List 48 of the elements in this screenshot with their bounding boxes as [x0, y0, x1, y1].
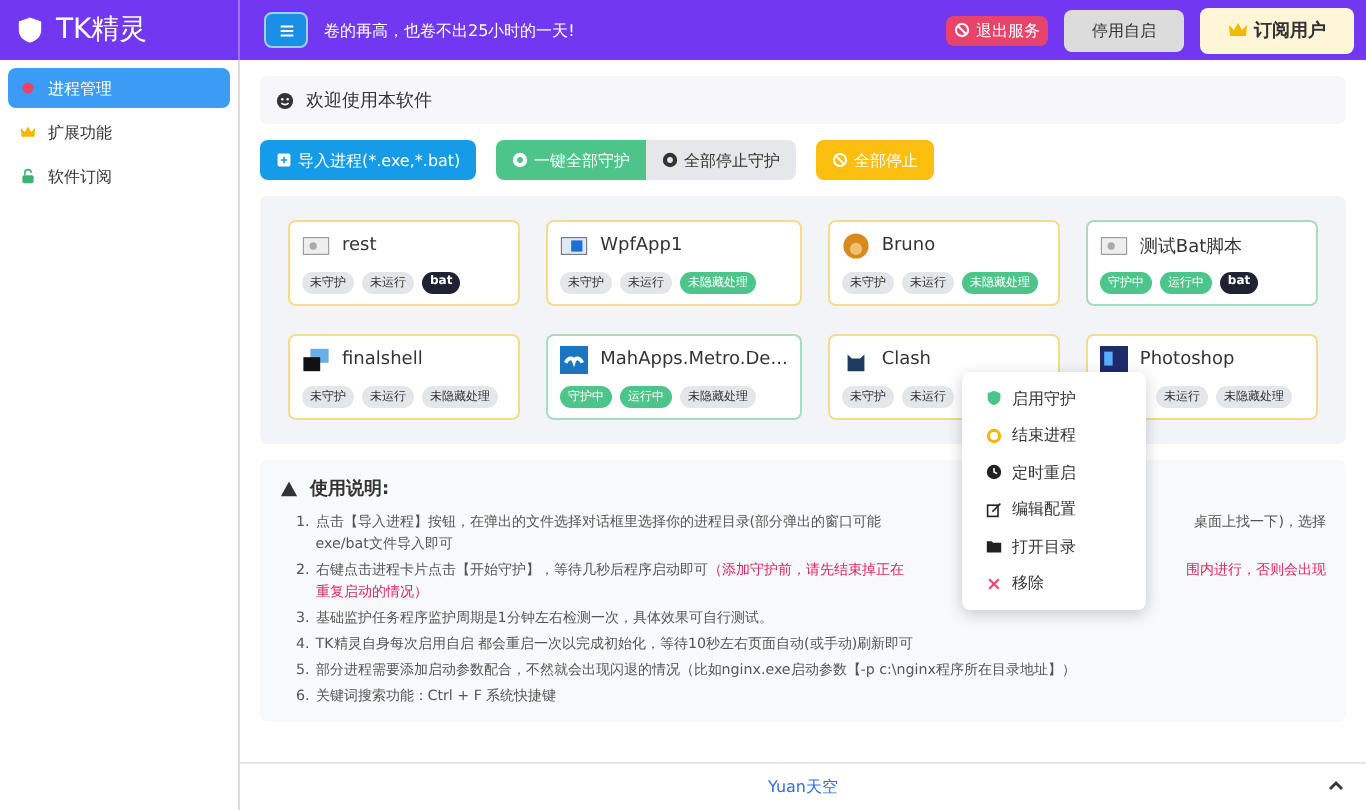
- crown-icon: [20, 124, 36, 140]
- instructions-title: 使用说明:: [310, 477, 390, 502]
- sidebar-item[interactable]: 软件订阅: [8, 156, 230, 196]
- process-name: rest: [342, 236, 377, 256]
- process-name: Clash: [881, 350, 932, 370]
- window-icon: [302, 232, 330, 260]
- header-button[interactable]: 退出服务: [946, 15, 1048, 45]
- menu-item[interactable]: 结束进程: [962, 417, 1146, 454]
- shield-icon: [16, 16, 44, 44]
- process-name: Photoshop: [1139, 350, 1235, 370]
- header-button[interactable]: 订阅用户: [1200, 7, 1354, 53]
- clock-icon: [986, 464, 1002, 481]
- app-title: TK精灵: [56, 12, 148, 48]
- header-button[interactable]: 停用自启: [1064, 9, 1184, 51]
- process-name: WpfApp1: [600, 236, 683, 256]
- warning-icon: [280, 480, 298, 498]
- window-icon: [1099, 232, 1128, 260]
- plus-square-icon: [276, 152, 292, 168]
- footer-link[interactable]: Yuan天空: [767, 776, 838, 798]
- sidebar-item[interactable]: 扩展功能: [8, 112, 230, 152]
- menu-item[interactable]: 编辑配置: [962, 491, 1146, 528]
- menu-item[interactable]: 移除: [962, 565, 1146, 602]
- process-name: Bruno: [881, 236, 936, 256]
- stop-circle-icon: [662, 152, 679, 168]
- toolbar-button[interactable]: 全部停止守护: [646, 140, 797, 180]
- smile-icon: [276, 91, 294, 109]
- process-name: 测试Bat脚本: [1139, 235, 1243, 259]
- edit-icon: [986, 501, 1002, 518]
- menu-item[interactable]: 打开目录: [962, 528, 1146, 565]
- circle-icon: [986, 427, 1002, 444]
- welcome-text: 欢迎使用本软件: [306, 89, 432, 113]
- process-name: finalshell: [342, 350, 423, 370]
- play-circle-icon: [512, 152, 529, 168]
- process-name: MahApps.Metro.De...: [600, 350, 788, 370]
- menu-item[interactable]: 定时重启: [962, 454, 1146, 491]
- crown-icon: [1228, 20, 1248, 40]
- close-icon: [986, 575, 1002, 592]
- window-icon: [560, 232, 589, 260]
- app-icon: [1099, 346, 1128, 374]
- ban-icon: [954, 22, 970, 38]
- folder-icon: [986, 538, 1002, 555]
- shield-icon: [986, 390, 1002, 407]
- slogan-text: 卷的再高，也卷不出25小时的一天!: [324, 19, 577, 41]
- lock-icon: [20, 168, 36, 184]
- menu-icon: [277, 21, 295, 39]
- monitor-icon: [302, 346, 330, 374]
- menu-button[interactable]: [264, 12, 308, 48]
- ban-icon: [832, 152, 849, 168]
